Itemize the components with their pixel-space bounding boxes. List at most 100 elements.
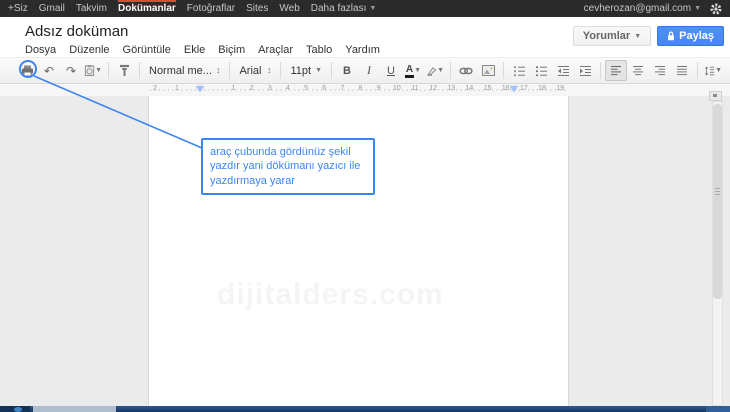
font-size-dropdown[interactable]: 11pt ▼: [285, 61, 327, 80]
undo-button[interactable]: ↶: [38, 60, 60, 81]
underline-button[interactable]: U: [380, 60, 402, 81]
watermark-text: dijitalders.com: [217, 278, 444, 312]
menu-format[interactable]: Biçim: [218, 44, 245, 56]
ruler-number: 15: [484, 85, 492, 92]
toolbar-separator: [331, 62, 332, 79]
document-title[interactable]: Adsız doküman: [25, 23, 128, 40]
insert-link-icon: [459, 66, 473, 76]
italic-button[interactable]: I: [358, 60, 380, 81]
highlight-color-button[interactable]: ▼: [424, 60, 446, 81]
align-justify-button[interactable]: [671, 60, 693, 81]
toolbar-separator: [280, 62, 281, 79]
undo-icon: ↶: [44, 65, 54, 77]
menu-file[interactable]: Dosya: [25, 44, 56, 56]
share-button[interactable]: Paylaş: [657, 26, 724, 46]
start-orb-icon: [14, 407, 22, 412]
italic-icon: I: [367, 63, 371, 78]
numbered-list-button[interactable]: [508, 60, 530, 81]
redo-icon: ↷: [66, 65, 76, 77]
chevron-down-icon: ▼: [369, 5, 376, 12]
editing-toolbar: ↶ ↷ ▼ Normal me... ↕ Arial ↕ 11pt ▼ B I …: [0, 57, 730, 84]
ruler-number: 13: [447, 85, 455, 92]
toolbar-separator: [229, 62, 230, 79]
align-justify-icon: [676, 65, 688, 76]
paint-format-button[interactable]: [113, 60, 135, 81]
menu-edit[interactable]: Düzenle: [69, 44, 109, 56]
ruler-number: 10: [393, 85, 401, 92]
text-color-button[interactable]: A▼: [402, 60, 424, 81]
decrease-indent-button[interactable]: [552, 60, 574, 81]
font-dropdown[interactable]: Arial ↕: [234, 61, 276, 80]
ruler-number: 12: [429, 85, 437, 92]
chevron-down-icon: ▼: [437, 67, 444, 74]
gear-icon[interactable]: [710, 3, 722, 15]
increase-indent-button[interactable]: [574, 60, 596, 81]
menu-tools[interactable]: Araçlar: [258, 44, 293, 56]
align-center-icon: [632, 65, 644, 76]
highlight-icon: [426, 65, 437, 77]
menu-insert[interactable]: Ekle: [184, 44, 205, 56]
bold-button[interactable]: B: [336, 60, 358, 81]
font-size-value: 11pt: [290, 65, 311, 77]
web-clipboard-button[interactable]: ▼: [82, 60, 104, 81]
right-margin-marker[interactable]: [510, 86, 518, 92]
menu-table[interactable]: Tablo: [306, 44, 332, 56]
account-email: cevherozan@gmail.com: [584, 3, 691, 14]
ruler-number: 19: [556, 85, 564, 92]
chevron-down-icon: ▼: [715, 67, 722, 74]
topbar-link-photos[interactable]: Fotoğraflar: [187, 0, 235, 17]
chevron-down-icon: ▼: [414, 67, 421, 74]
insert-link-button[interactable]: [455, 60, 477, 81]
menu-help[interactable]: Yardım: [345, 44, 380, 56]
account-menu[interactable]: cevherozan@gmail.com ▼: [584, 0, 701, 17]
chevron-down-icon: ▼: [315, 67, 322, 74]
toolbar-separator: [139, 62, 140, 79]
chevron-down-icon: ▼: [694, 5, 701, 12]
text-color-icon: A: [405, 64, 414, 78]
topbar-link-plus-you[interactable]: +Siz: [8, 0, 28, 17]
decrease-indent-icon: [557, 65, 570, 77]
updown-icon: ↕: [267, 66, 272, 75]
topbar-link-gmail[interactable]: Gmail: [39, 0, 65, 17]
left-margin-marker[interactable]: [196, 86, 204, 92]
comments-button[interactable]: Yorumlar ▼: [573, 26, 651, 46]
numbered-list-icon: [513, 65, 526, 77]
bulleted-list-icon: [535, 65, 548, 77]
bulleted-list-button[interactable]: [530, 60, 552, 81]
ruler-number: 9: [377, 85, 381, 92]
menu-view[interactable]: Görüntüle: [123, 44, 171, 56]
scrollbar-thumb[interactable]: [713, 104, 722, 299]
line-spacing-button[interactable]: ▼: [702, 60, 724, 81]
ruler-number: 8: [359, 85, 363, 92]
insert-image-icon: [482, 65, 495, 76]
align-center-button[interactable]: [627, 60, 649, 81]
print-button[interactable]: [16, 60, 38, 81]
taskbar-window-button[interactable]: [33, 406, 116, 412]
start-button[interactable]: [0, 406, 30, 412]
ruler-number: 14: [466, 85, 474, 92]
insert-image-button[interactable]: [477, 60, 499, 81]
styles-dropdown[interactable]: Normal me... ↕: [144, 61, 225, 80]
topbar-link-sites[interactable]: Sites: [246, 0, 268, 17]
increase-indent-icon: [579, 65, 592, 77]
scrollbar-track[interactable]: [712, 101, 723, 406]
chevron-down-icon: ▼: [634, 33, 641, 40]
toolbar-separator: [697, 62, 698, 79]
scrollbar-top-button[interactable]: [709, 91, 722, 101]
ruler-number: 6: [322, 85, 326, 92]
topbar-link-documents[interactable]: Dokümanlar: [118, 0, 176, 17]
menu-bar: Dosya Düzenle Görüntüle Ekle Biçim Araçl…: [25, 44, 380, 56]
topbar-link-calendar[interactable]: Takvim: [76, 0, 107, 17]
topbar-more-menu[interactable]: Daha fazlası ▼: [311, 0, 377, 17]
annotation-callout: araç çubunda gördünüz şekil yazdır yani …: [201, 138, 375, 195]
styles-value: Normal me...: [149, 65, 212, 77]
scrollbar-grip-icon: [715, 188, 720, 197]
align-right-button[interactable]: [649, 60, 671, 81]
ruler-number: 11: [411, 85, 418, 92]
align-left-button[interactable]: [605, 60, 627, 81]
underline-icon: U: [387, 65, 395, 77]
toolbar-separator: [108, 62, 109, 79]
topbar-link-web[interactable]: Web: [279, 0, 299, 17]
paint-format-icon: [118, 64, 131, 77]
redo-button[interactable]: ↷: [60, 60, 82, 81]
